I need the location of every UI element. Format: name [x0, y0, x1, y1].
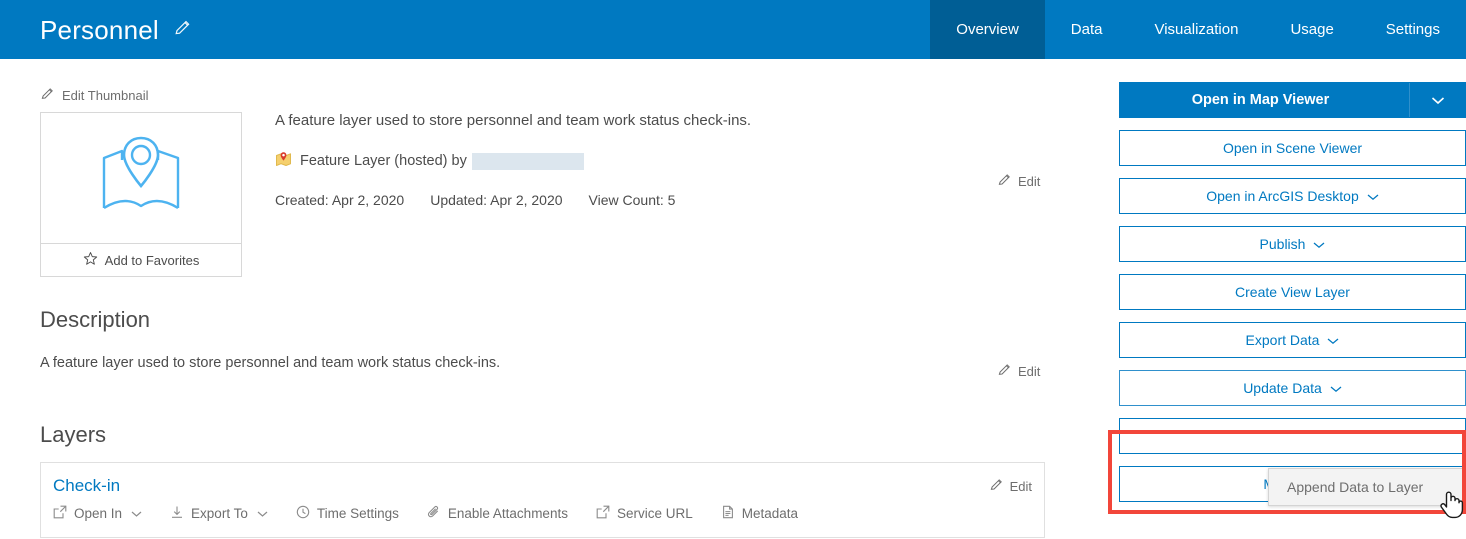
pencil-icon: [997, 362, 1012, 380]
layer-action-time-settings-label: Time Settings: [316, 506, 399, 521]
layer-name-link[interactable]: Check-in: [53, 476, 1044, 496]
chevron-down-icon: [1431, 92, 1445, 108]
layer-action-open-in[interactable]: Open In: [53, 505, 142, 522]
open-in-map-viewer-button[interactable]: Open in Map Viewer: [1119, 82, 1466, 118]
item-type-text: Feature Layer (hosted) by: [300, 153, 467, 169]
add-to-favorites-button[interactable]: Add to Favorites: [40, 244, 242, 277]
edit-item-info-label: Edit: [1018, 173, 1041, 189]
pencil-icon: [997, 172, 1012, 190]
export-data-label: Export Data: [1245, 332, 1320, 348]
layer-action-enable-attachments[interactable]: Enable Attachments: [427, 505, 568, 522]
open-in-scene-viewer-label: Open in Scene Viewer: [1222, 140, 1363, 156]
create-view-layer-label: Create View Layer: [1235, 284, 1350, 300]
update-data-button[interactable]: Update Data: [1119, 370, 1466, 406]
layers-heading: Layers: [40, 422, 107, 447]
action-rail: Open in Map Viewer Open in Scene Viewer …: [1119, 82, 1466, 514]
chevron-down-icon: [1367, 188, 1379, 204]
chevron-down-icon: [1330, 380, 1342, 396]
open-in-scene-viewer-button[interactable]: Open in Scene Viewer: [1119, 130, 1466, 166]
tab-usage[interactable]: Usage: [1264, 0, 1359, 59]
thumbnail-image[interactable]: [40, 112, 242, 244]
tab-settings-label: Settings: [1385, 21, 1440, 38]
edit-description-label: Edit: [1018, 363, 1041, 379]
app-header: Personnel Overview Data Visualization Us…: [0, 0, 1466, 59]
updated-date: Updated: Apr 2, 2020: [430, 191, 563, 208]
edit-layer-link[interactable]: Edit: [989, 477, 1032, 495]
update-data-dropdown-menu: Append Data to Layer: [1268, 468, 1466, 506]
layer-action-open-in-label: Open In: [74, 506, 123, 521]
star-icon: [83, 251, 98, 269]
item-summary: A feature layer used to store personnel …: [275, 112, 752, 129]
edit-layer-label: Edit: [1009, 478, 1032, 494]
pencil-icon: [40, 86, 55, 104]
chevron-down-icon: [1313, 236, 1325, 252]
layer-action-metadata-label: Metadata: [741, 506, 799, 521]
item-owner-redacted[interactable]: [471, 152, 584, 170]
layer-action-metadata[interactable]: Metadata: [721, 505, 798, 522]
map-pin-thumbnail-icon: [90, 130, 192, 227]
tab-overview-label: Overview: [956, 21, 1019, 38]
tab-settings[interactable]: Settings: [1360, 0, 1466, 59]
layer-action-service-url-label: Service URL: [616, 506, 693, 521]
header-title-group: Personnel: [0, 0, 930, 59]
tab-data-label: Data: [1070, 21, 1103, 38]
paperclip-icon: [427, 505, 441, 522]
chevron-down-icon: [131, 506, 142, 521]
menu-item-append-data-to-layer[interactable]: Append Data to Layer: [1269, 479, 1423, 495]
page-title: Personnel: [40, 14, 159, 45]
add-to-favorites-label: Add to Favorites: [104, 252, 200, 268]
open-in-arcgis-desktop-button[interactable]: Open in ArcGIS Desktop: [1119, 178, 1466, 214]
edit-thumbnail-label: Edit Thumbnail: [62, 87, 149, 103]
layer-card: Check-in Edit Open In Export To Time Set…: [40, 462, 1045, 538]
clock-icon: [296, 505, 310, 522]
edit-title-pencil-icon[interactable]: [173, 18, 192, 42]
layer-action-service-url[interactable]: Service URL: [596, 505, 693, 522]
pencil-icon: [989, 477, 1004, 495]
chevron-down-icon: [257, 506, 268, 521]
main-tabs: Overview Data Visualization Usage Settin…: [930, 0, 1466, 59]
layer-action-export-to[interactable]: Export To: [170, 505, 268, 522]
layers-section: Layers: [40, 422, 1055, 448]
layer-action-time-settings[interactable]: Time Settings: [296, 505, 399, 522]
edit-description-link[interactable]: Edit: [997, 362, 1040, 380]
page-content: Edit Thumbnail Add to Favorites A featur…: [0, 59, 1466, 539]
layer-action-export-to-label: Export To: [191, 506, 248, 521]
create-view-layer-button[interactable]: Create View Layer: [1119, 274, 1466, 310]
export-data-button[interactable]: Export Data: [1119, 322, 1466, 358]
item-info-column: A feature layer used to store personnel …: [275, 59, 1055, 208]
description-section: Description A feature layer used to stor…: [40, 307, 1055, 371]
publish-label: Publish: [1259, 236, 1306, 252]
description-text: A feature layer used to store personnel …: [40, 355, 501, 371]
layer-actions: Open In Export To Time Settings Enable A…: [53, 505, 1044, 522]
publish-button[interactable]: Publish: [1119, 226, 1466, 262]
feature-layer-icon: [275, 151, 292, 172]
download-icon: [170, 505, 184, 522]
tab-data[interactable]: Data: [1045, 0, 1129, 59]
open-in-arcgis-desktop-label: Open in ArcGIS Desktop: [1206, 188, 1359, 204]
obscured-action-button[interactable]: [1119, 418, 1466, 454]
external-link-icon: [596, 505, 610, 522]
view-count: View Count: 5: [588, 191, 676, 208]
open-in-map-viewer-dropdown-toggle[interactable]: [1409, 83, 1465, 117]
tab-usage-label: Usage: [1290, 21, 1334, 38]
item-dates: Created: Apr 2, 2020 Updated: Apr 2, 202…: [275, 192, 1055, 208]
document-icon: [721, 505, 735, 522]
external-link-icon: [53, 505, 67, 522]
edit-thumbnail-link[interactable]: Edit Thumbnail: [40, 86, 242, 104]
description-heading: Description: [40, 307, 151, 332]
created-date: Created: Apr 2, 2020: [275, 191, 405, 208]
tab-visualization[interactable]: Visualization: [1128, 0, 1264, 59]
chevron-down-icon: [1327, 332, 1339, 348]
edit-item-info-link[interactable]: Edit: [997, 172, 1040, 190]
update-data-label: Update Data: [1243, 380, 1322, 396]
layer-action-enable-attachments-label: Enable Attachments: [447, 506, 568, 521]
thumbnail-column: Edit Thumbnail Add to Favorites: [40, 86, 242, 277]
open-in-map-viewer-label: Open in Map Viewer: [1191, 92, 1330, 108]
tab-visualization-label: Visualization: [1154, 21, 1239, 38]
tab-overview[interactable]: Overview: [930, 0, 1045, 59]
item-type-line: Feature Layer (hosted) by: [275, 151, 1055, 172]
